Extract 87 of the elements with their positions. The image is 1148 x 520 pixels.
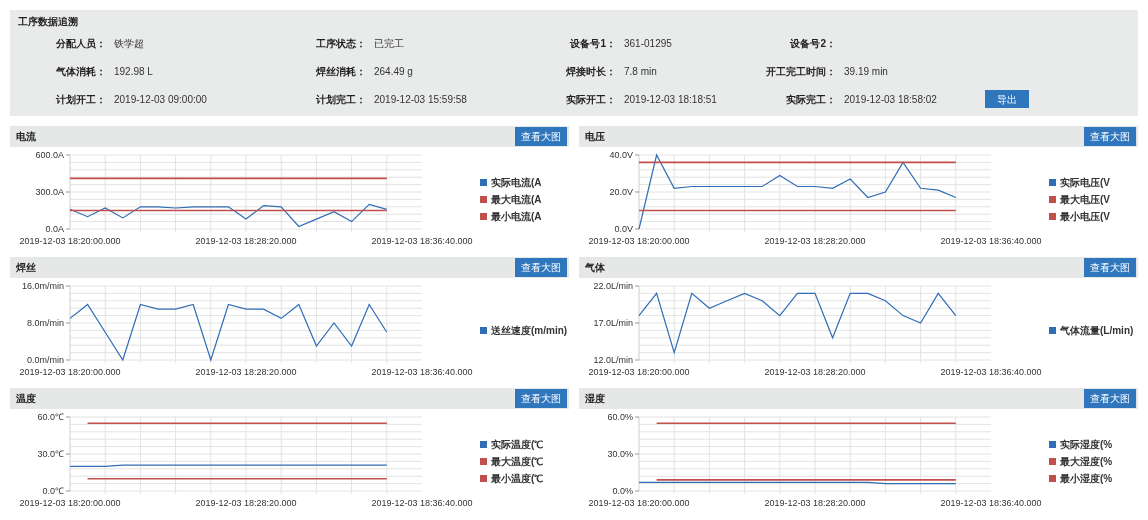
axis-label: 2019-12-03 18:20:00.000	[19, 498, 121, 508]
export-button[interactable]: 导出	[984, 90, 1029, 108]
axis-label: 2019-12-03 18:20:00.000	[588, 236, 690, 246]
legend-label: 送丝速度(m/min)	[491, 323, 568, 338]
axis-label: 16.0m/min	[21, 281, 64, 291]
axis-label: 2019-12-03 18:20:00.000	[19, 236, 121, 246]
axis-label: 2019-12-03 18:20:00.000	[588, 498, 690, 508]
field-label: 分配人员：	[55, 36, 106, 51]
axis-label: 0.0%	[612, 486, 633, 496]
legend-label: 最小湿度(%	[1060, 471, 1113, 486]
field-label: 实际完工：	[785, 92, 836, 107]
view-large-button[interactable]: 查看大图	[1084, 258, 1136, 277]
field-value: 2019-12-03 18:58:02	[844, 92, 937, 107]
legend-label: 最小温度(℃	[491, 471, 544, 486]
field-value: 264.49 g	[374, 64, 413, 79]
field-label: 设备号2：	[789, 36, 836, 51]
axis-label: 2019-12-03 18:36:40.000	[940, 498, 1042, 508]
axis-label: 0.0m/min	[27, 355, 64, 365]
legend-label: 最小电压(V	[1060, 209, 1110, 224]
axis-label: 22.0L/min	[593, 281, 633, 291]
view-large-button[interactable]: 查看大图	[1084, 389, 1136, 408]
panel-title: 湿度	[585, 392, 605, 406]
axis-label: 2019-12-03 18:28:20.000	[195, 498, 297, 508]
field-value: 铁学超	[114, 36, 144, 51]
field-label: 焊丝消耗：	[315, 64, 366, 79]
axis-label: 2019-12-03 18:36:40.000	[371, 367, 473, 377]
axis-label: 8.0m/min	[27, 318, 64, 328]
legend-label: 最大湿度(%	[1060, 454, 1113, 469]
field-value: 7.8 min	[624, 64, 657, 79]
panel-title: 电流	[16, 130, 36, 144]
axis-label: 30.0%	[607, 449, 633, 459]
axis-label: 12.0L/min	[593, 355, 633, 365]
axis-label: 600.0A	[35, 150, 64, 160]
axis-label: 60.0%	[607, 412, 633, 422]
field-label: 实际开工：	[565, 92, 616, 107]
field-label: 气体消耗：	[55, 64, 106, 79]
field-value: 2019-12-03 18:18:51	[624, 92, 717, 107]
axis-label: 0.0℃	[42, 486, 64, 496]
axis-label: 60.0℃	[37, 412, 64, 422]
legend-label: 最小电流(A	[491, 209, 542, 224]
field-label: 焊接时长：	[565, 64, 616, 79]
axis-label: 2019-12-03 18:36:40.000	[940, 236, 1042, 246]
axis-label: 300.0A	[35, 187, 64, 197]
view-large-button[interactable]: 查看大图	[515, 127, 567, 146]
axis-label: 2019-12-03 18:28:20.000	[764, 367, 866, 377]
axis-label: 20.0V	[609, 187, 633, 197]
legend-label: 实际电压(V	[1060, 175, 1110, 190]
panel-title: 气体	[585, 261, 605, 275]
axis-label: 2019-12-03 18:20:00.000	[19, 367, 121, 377]
field-value: 2019-12-03 15:59:58	[374, 92, 467, 107]
field-label: 设备号1：	[569, 36, 616, 51]
axis-label: 2019-12-03 18:36:40.000	[371, 236, 473, 246]
field-label: 计划开工：	[55, 92, 106, 107]
field-value: 2019-12-03 09:00:00	[114, 92, 207, 107]
legend-label: 实际温度(℃	[491, 437, 544, 452]
axis-label: 0.0A	[45, 224, 64, 234]
axis-label: 30.0℃	[37, 449, 64, 459]
field-label: 工序状态：	[315, 36, 366, 51]
field-value: 361-01295	[624, 36, 672, 51]
axis-label: 2019-12-03 18:28:20.000	[764, 498, 866, 508]
axis-label: 2019-12-03 18:28:20.000	[195, 367, 297, 377]
view-large-button[interactable]: 查看大图	[1084, 127, 1136, 146]
legend-label: 最大电流(A	[491, 192, 542, 207]
field-label: 开工完工时间：	[765, 64, 836, 79]
axis-label: 2019-12-03 18:36:40.000	[940, 367, 1042, 377]
axis-label: 2019-12-03 18:20:00.000	[588, 367, 690, 377]
legend-label: 气体流量(L/min)	[1060, 323, 1134, 338]
axis-label: 2019-12-03 18:36:40.000	[371, 498, 473, 508]
axis-label: 2019-12-03 18:28:20.000	[764, 236, 866, 246]
axis-label: 40.0V	[609, 150, 633, 160]
legend-label: 实际湿度(%	[1060, 437, 1113, 452]
axis-label: 0.0V	[614, 224, 633, 234]
panel-title: 焊丝	[16, 261, 36, 275]
panel-title: 电压	[585, 130, 605, 144]
legend-label: 实际电流(A	[491, 175, 542, 190]
panel-title: 工序数据追溯	[18, 15, 79, 29]
view-large-button[interactable]: 查看大图	[515, 258, 567, 277]
field-value: 192.98 L	[114, 64, 153, 79]
axis-label: 2019-12-03 18:28:20.000	[195, 236, 297, 246]
field-value: 39.19 min	[844, 64, 888, 79]
view-large-button[interactable]: 查看大图	[515, 389, 567, 408]
field-label: 计划完工：	[315, 92, 366, 107]
axis-label: 17.0L/min	[593, 318, 633, 328]
panel-title: 温度	[16, 392, 36, 406]
field-value: 已完工	[374, 36, 404, 51]
legend-label: 最大温度(℃	[491, 454, 544, 469]
legend-label: 最大电压(V	[1060, 192, 1110, 207]
